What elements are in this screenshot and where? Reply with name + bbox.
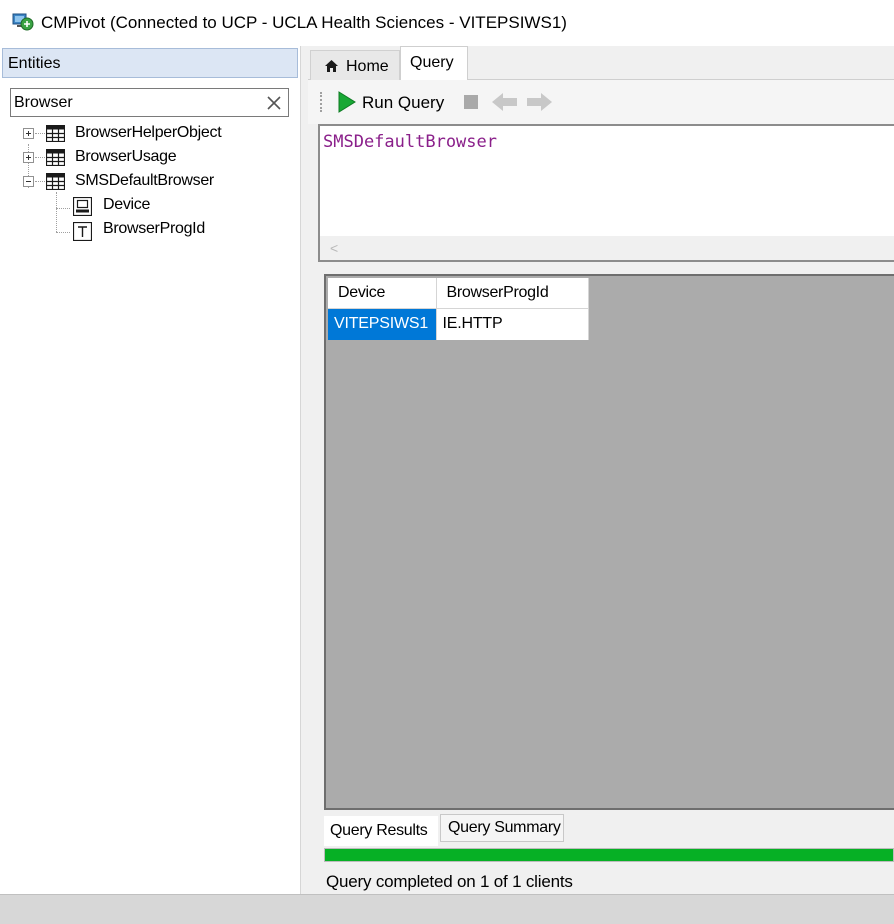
entities-header: Entities [2, 48, 298, 78]
entity-search-input[interactable] [14, 92, 254, 113]
table-icon [46, 125, 65, 142]
expand-icon[interactable] [23, 128, 34, 139]
results-table: Device BrowserProgId VITEPSIWS1 IE.HTTP [328, 278, 589, 340]
result-tabs: Query Results Query Summary [324, 814, 894, 846]
expand-icon[interactable] [23, 152, 34, 163]
tab-query-results[interactable]: Query Results [324, 816, 438, 846]
tree-item-browserhelperobject[interactable]: BrowserHelperObject [20, 122, 290, 146]
back-arrow-icon[interactable] [492, 92, 518, 112]
play-icon [338, 91, 356, 113]
table-cell[interactable]: VITEPSIWS1 [328, 308, 437, 340]
column-header-browserprogid[interactable]: BrowserProgId [436, 278, 589, 309]
tree-item-device[interactable]: Device [70, 194, 290, 218]
query-progress-bar [324, 848, 894, 862]
device-icon [73, 197, 92, 216]
close-icon[interactable] [265, 94, 283, 112]
table-icon [46, 149, 65, 166]
tab-query[interactable]: Query [400, 46, 468, 80]
tree-item-label: Device [103, 196, 151, 213]
tree-item-label: SMSDefaultBrowser [75, 172, 214, 189]
progress-fill [325, 849, 893, 861]
column-header-device[interactable]: Device [328, 278, 437, 309]
scroll-left-icon[interactable]: < [330, 240, 338, 256]
window-title: CMPivot (Connected to UCP - UCLA Health … [41, 13, 567, 32]
query-panel: Home Query Run Query SMSDefaultBrowser < [308, 46, 894, 894]
text-field-icon [73, 222, 92, 241]
editor-horizontal-scrollbar[interactable]: < [320, 236, 894, 260]
collapse-icon[interactable] [23, 176, 34, 187]
status-bar: Query completed on 1 of 1 clients [324, 866, 894, 894]
toolbar-grip[interactable] [320, 92, 322, 112]
panel-splitter[interactable] [300, 46, 308, 894]
tree-connector [56, 232, 70, 233]
tab-query-summary[interactable]: Query Summary [440, 814, 564, 842]
tree-item-label: BrowserHelperObject [75, 124, 222, 141]
forward-arrow-icon[interactable] [526, 92, 552, 112]
cmpivot-app-icon [12, 13, 34, 31]
toolbar: Run Query [308, 80, 894, 124]
table-cell[interactable]: IE.HTTP [436, 308, 589, 340]
tab-strip: Home Query [308, 46, 894, 80]
run-query-button[interactable]: Run Query [334, 88, 452, 116]
tab-home[interactable]: Home [310, 50, 400, 80]
tree-item-browserprogid[interactable]: BrowserProgId [70, 218, 290, 242]
status-text: Query completed on 1 of 1 clients [326, 872, 573, 891]
query-text[interactable]: SMSDefaultBrowser [323, 132, 497, 152]
results-grid: Device BrowserProgId VITEPSIWS1 IE.HTTP [324, 274, 894, 810]
table-row[interactable]: VITEPSIWS1 IE.HTTP [328, 308, 589, 340]
title-bar: CMPivot (Connected to UCP - UCLA Health … [0, 0, 894, 46]
table-icon [46, 173, 65, 190]
entity-search-box[interactable] [10, 88, 289, 117]
tree-item-smsdefaultbrowser[interactable]: SMSDefaultBrowser [20, 170, 290, 194]
query-editor[interactable]: SMSDefaultBrowser < [318, 124, 894, 262]
entities-panel: Entities BrowserHelperObject BrowserUsag… [0, 46, 300, 894]
stop-icon[interactable] [464, 95, 478, 109]
tree-item-label: BrowserUsage [75, 148, 177, 165]
bottom-bar [0, 894, 894, 924]
run-query-label: Run Query [362, 93, 445, 112]
tree-item-label: BrowserProgId [103, 220, 205, 237]
tree-item-browserusage[interactable]: BrowserUsage [20, 146, 290, 170]
home-icon [325, 60, 338, 72]
tree-connector [56, 208, 70, 209]
table-header-row: Device BrowserProgId [328, 278, 589, 309]
tree-connector [56, 192, 57, 232]
